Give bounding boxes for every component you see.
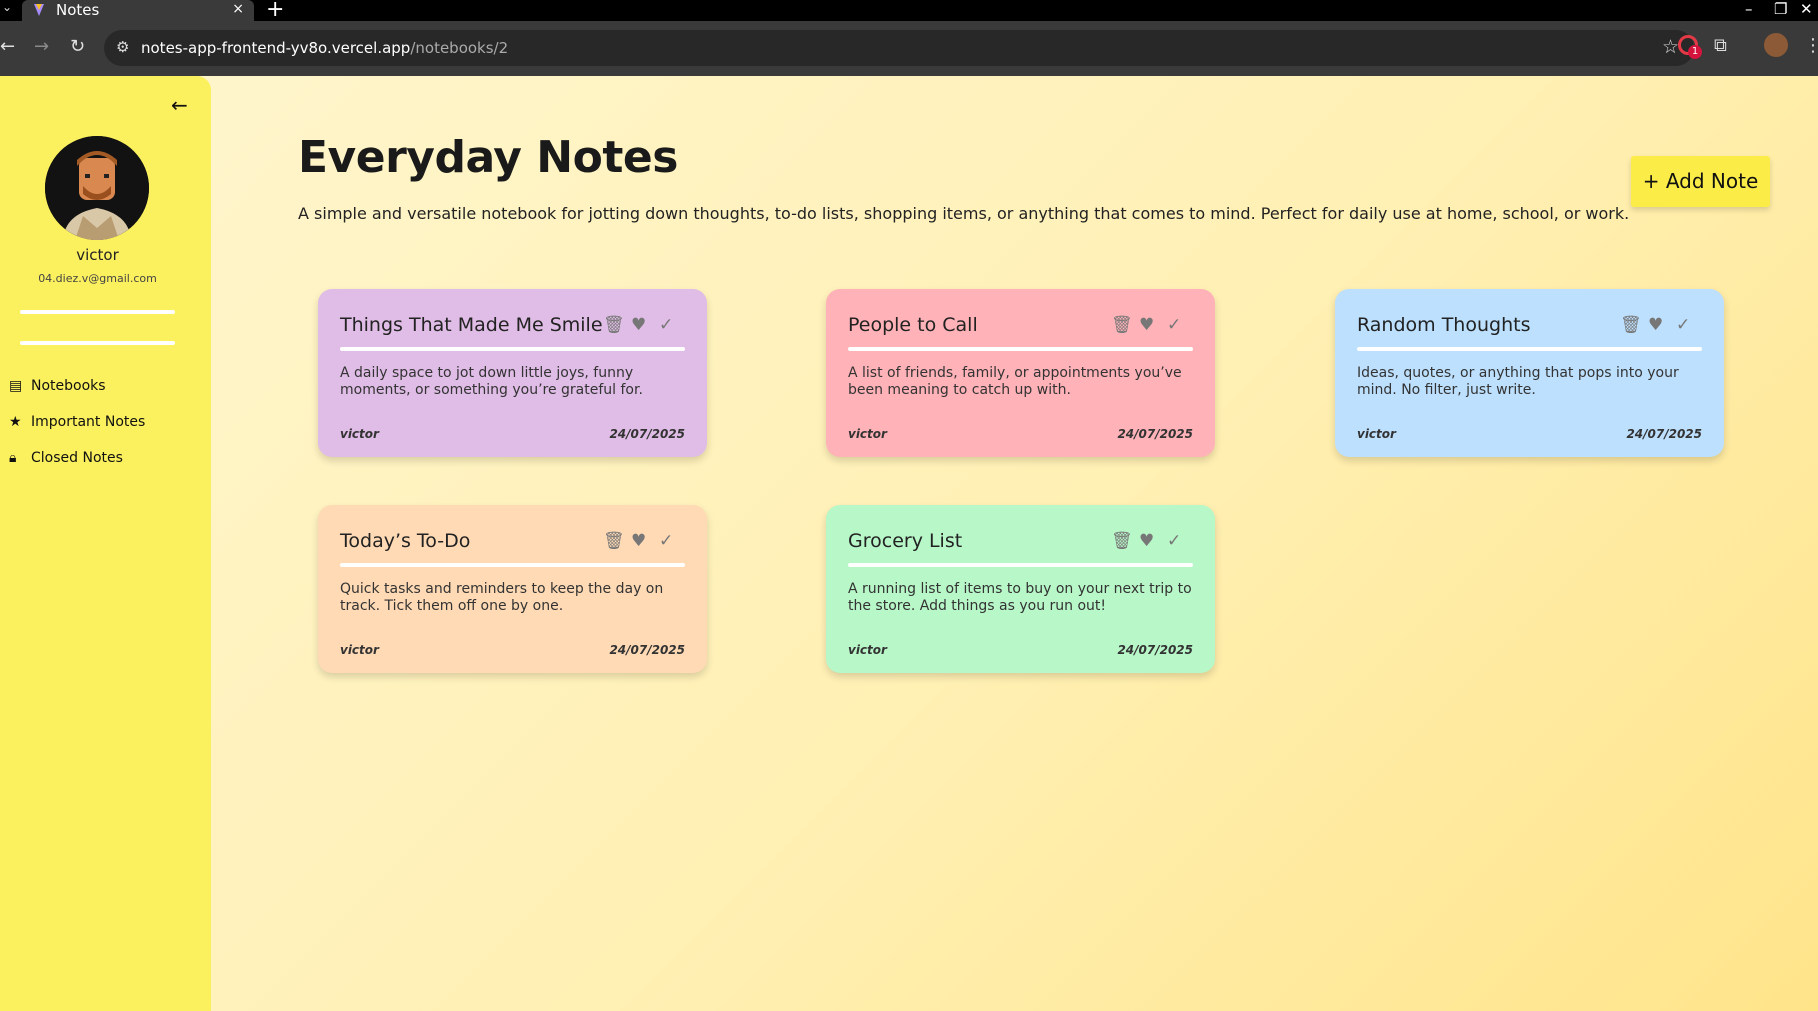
note-title: Things That Made Me Smile [340,314,603,336]
note-title: People to Call [848,314,978,336]
back-nav-icon[interactable]: ← [0,36,15,57]
check-icon[interactable]: ✓ [1167,531,1181,551]
heart-icon[interactable]: ♥ [1139,315,1154,335]
sidebar-divider [20,341,175,345]
add-note-button[interactable]: + Add Note [1631,156,1770,207]
check-icon[interactable]: ✓ [1676,315,1690,335]
note-card[interactable]: Today’s To-Do 🗑︎ ♥ ✓ Quick tasks and rem… [318,505,707,673]
note-title-divider [848,563,1193,567]
note-date: 24/07/2025 [1626,427,1702,441]
note-body: Quick tasks and reminders to keep the da… [340,581,664,614]
page-title: Everyday Notes [298,132,678,183]
tab-title: Notes [56,1,100,19]
trash-icon[interactable]: 🗑︎ [603,531,625,551]
trash-icon[interactable]: 🗑︎ [603,315,625,335]
note-title: Grocery List [848,530,963,552]
note-author: victor [340,427,379,441]
note-card[interactable]: Things That Made Me Smile 🗑︎ ♥ ✓ A daily… [318,289,707,457]
sidebar-divider [20,310,175,314]
new-tab-button[interactable]: + [266,0,284,22]
sidebar-username: victor [76,246,119,264]
sidebar-item-label: Notebooks [31,378,106,394]
check-icon[interactable]: ✓ [659,531,673,551]
url-path: /notebooks/2 [410,39,509,57]
avatar-image [45,136,149,240]
heart-icon[interactable]: ♥ [1648,315,1663,335]
app-viewport: ← victor 04.diez.v@gmail.com ▤ Notebooks … [0,76,1818,1011]
heart-icon[interactable]: ♥ [1139,531,1154,551]
avatar [45,136,149,240]
sidebar-email: 04.diez.v@gmail.com [38,272,157,285]
check-icon[interactable]: ✓ [659,315,673,335]
note-date: 24/07/2025 [609,427,685,441]
sidebar-item-important-notes[interactable]: ★ Important Notes [9,414,145,436]
lock-icon: 🔒︎ [9,450,17,466]
heart-icon[interactable]: ♥ [631,315,646,335]
tab-close-icon[interactable]: × [232,1,244,17]
note-date: 24/07/2025 [609,643,685,657]
note-author: victor [1357,427,1396,441]
browser-toolbar: ← → ↻ ⚙ notes-app-frontend-yv8o.vercel.a… [0,21,1818,76]
extension-badge: 1 [1688,45,1702,59]
tab-list-chevron-icon[interactable]: ⌄ [2,0,12,14]
site-info-icon[interactable]: ⚙ [116,38,129,56]
browser-menu-icon[interactable]: ⋮ [1804,35,1818,56]
book-icon: ▤ [9,378,23,394]
url-host: notes-app-frontend-yv8o.vercel.app [141,39,411,57]
note-date: 24/07/2025 [1117,427,1193,441]
note-body: A list of friends, family, or appointmen… [848,365,1182,398]
extensions-puzzle-icon[interactable]: ⧉ [1714,35,1727,56]
trash-icon[interactable]: 🗑︎ [1111,315,1133,335]
note-author: victor [340,643,379,657]
sidebar: ← victor 04.diez.v@gmail.com ▤ Notebooks … [0,76,211,1011]
sidebar-item-closed-notes[interactable]: 🔒︎ Closed Notes [9,450,123,472]
close-window-icon[interactable]: ✕ [1800,0,1813,18]
sidebar-item-label: Important Notes [31,414,146,430]
sidebar-item-notebooks[interactable]: ▤ Notebooks [9,378,106,400]
note-body: A running list of items to buy on your n… [848,581,1192,614]
note-body: Ideas, quotes, or anything that pops int… [1357,365,1679,398]
note-date: 24/07/2025 [1117,643,1193,657]
note-card[interactable]: Grocery List 🗑︎ ♥ ✓ A running list of it… [826,505,1215,673]
heart-icon[interactable]: ♥ [631,531,646,551]
sidebar-item-label: Closed Notes [31,450,123,466]
star-icon: ★ [9,414,22,430]
note-body: A daily space to jot down little joys, f… [340,365,643,398]
note-title-divider [340,347,685,351]
extension-icon[interactable]: 1 [1678,35,1702,59]
note-card[interactable]: People to Call 🗑︎ ♥ ✓ A list of friends,… [826,289,1215,457]
note-title: Today’s To-Do [340,530,471,552]
browser-tab[interactable]: Notes × [22,0,254,21]
note-author: victor [848,643,887,657]
trash-icon[interactable]: 🗑︎ [1111,531,1133,551]
minimize-icon[interactable]: – [1745,0,1753,18]
forward-nav-icon[interactable]: → [34,36,49,57]
note-title-divider [848,347,1193,351]
note-title-divider [1357,347,1702,351]
reload-icon[interactable]: ↻ [70,36,85,57]
check-icon[interactable]: ✓ [1167,315,1181,335]
url-text[interactable]: notes-app-frontend-yv8o.vercel.app/noteb… [141,39,508,57]
note-author: victor [848,427,887,441]
back-arrow-icon[interactable]: ← [171,94,193,116]
bookmark-star-icon[interactable]: ☆ [1662,36,1679,58]
note-title: Random Thoughts [1357,314,1531,336]
restore-icon[interactable]: ❐ [1774,0,1787,18]
profile-avatar-icon[interactable] [1764,33,1788,57]
note-card[interactable]: Random Thoughts 🗑︎ ♥ ✓ Ideas, quotes, or… [1335,289,1724,457]
notebook-description: A simple and versatile notebook for jott… [298,204,1630,223]
trash-icon[interactable]: 🗑︎ [1620,315,1642,335]
note-title-divider [340,563,685,567]
browser-tab-strip: ⌄ Notes × + – ❐ ✕ [0,0,1818,22]
address-bar[interactable]: ⚙ notes-app-frontend-yv8o.vercel.app/not… [104,30,1694,66]
favicon-icon [34,4,44,16]
